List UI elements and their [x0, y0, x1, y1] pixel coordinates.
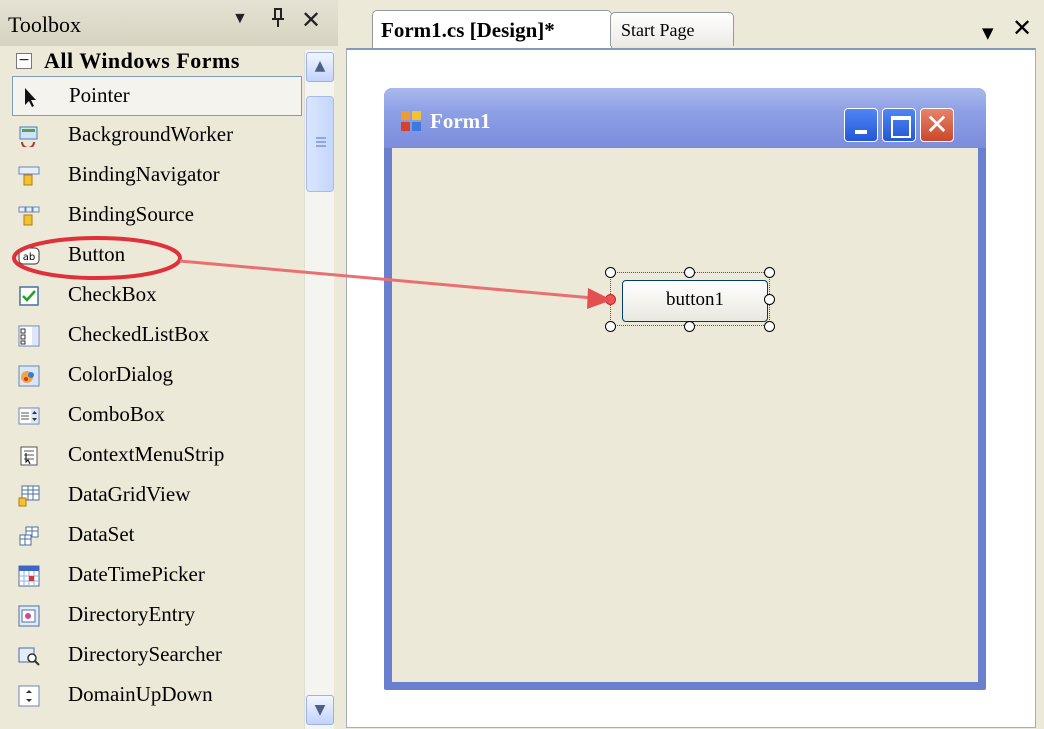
toolbox-item-label: BackgroundWorker	[68, 122, 234, 146]
checked-listbox-icon	[18, 325, 40, 347]
resize-handle[interactable]	[605, 294, 616, 305]
toolbox-item-combobox[interactable]: ComboBox	[12, 396, 302, 436]
minimize-button[interactable]	[844, 108, 878, 142]
toolbox-item-label: BindingSource	[68, 202, 194, 226]
directory-entry-icon	[18, 605, 40, 627]
scroll-up-button[interactable]: ▲	[306, 52, 334, 82]
close-icon: ✕	[925, 108, 949, 141]
button-icon: ab	[18, 247, 40, 265]
toolbox-item-label: DataGridView	[68, 482, 191, 506]
context-menu-icon	[20, 446, 38, 466]
pointer-icon	[25, 88, 36, 107]
resize-handle[interactable]	[605, 321, 616, 332]
toolbox-item-domainupdown[interactable]: DomainUpDown	[12, 676, 302, 716]
tab-form1-design[interactable]: Form1.cs [Design]*	[372, 10, 612, 48]
toolbox-item-partial	[12, 716, 302, 729]
form1-client-area[interactable]: button1	[392, 148, 978, 682]
button-icon-text: ab	[23, 252, 35, 263]
toolbox-dropdown-icon[interactable]: ▼	[232, 10, 248, 28]
form1-titlebar[interactable]: Form1 ✕	[384, 88, 986, 148]
directory-searcher-icon	[18, 647, 40, 666]
toolbox-item-datetimepicker[interactable]: DateTimePicker	[12, 556, 302, 596]
toolbox-items: Pointer BackgroundWorker BindingNavigato…	[12, 76, 302, 729]
toolbox-item-pointer[interactable]: Pointer	[12, 76, 302, 116]
toolbox-item-label: DataSet	[68, 522, 135, 546]
pin-icon[interactable]	[268, 7, 288, 35]
binding-navigator-icon	[18, 166, 40, 186]
toolbox-item-label: DirectoryEntry	[68, 602, 196, 626]
toolbox-title: Toolbox	[8, 12, 82, 37]
toolbox-pane: Toolbox ▼ ✕ − All Windows Forms Pointer …	[0, 0, 338, 729]
toolbox-titlebar: Toolbox ▼ ✕	[0, 0, 338, 46]
toolbox-item-label: ComboBox	[68, 402, 165, 426]
form-icon	[401, 111, 421, 131]
toolbox-item-label: Button	[68, 242, 126, 266]
toolbox-item-directorysearcher[interactable]: DirectorySearcher	[12, 636, 302, 676]
combobox-icon	[18, 407, 40, 425]
checkbox-icon	[19, 286, 39, 306]
toolbox-item-label: CheckBox	[68, 282, 157, 306]
toolbox-item-datagridview[interactable]: DataGridView	[12, 476, 302, 516]
resize-handle[interactable]	[684, 267, 695, 278]
toolbox-item-contextmenustrip[interactable]: ContextMenuStrip	[12, 436, 302, 476]
document-dropdown-icon[interactable]: ▼	[982, 24, 994, 42]
resize-handle[interactable]	[605, 267, 616, 278]
toolbox-item-directoryentry[interactable]: DirectoryEntry	[12, 596, 302, 636]
binding-source-icon	[18, 206, 40, 226]
document-tabstrip: Form1.cs [Design]* Start Page ▼ ✕	[338, 0, 1044, 48]
toolbox-item-label: ColorDialog	[68, 362, 173, 386]
toolbox-item-label: CheckedListBox	[68, 322, 210, 346]
chevron-up-icon: ▲	[314, 58, 326, 74]
datagrid-icon	[18, 485, 40, 507]
scroll-thumb[interactable]	[306, 96, 334, 192]
toolbox-item-label: Pointer	[69, 83, 130, 107]
document-close-icon[interactable]: ✕	[1012, 14, 1032, 42]
toolbox-item-label: ContextMenuStrip	[68, 442, 225, 466]
resize-handle[interactable]	[764, 321, 775, 332]
tab-label: Form1.cs [Design]*	[381, 18, 555, 42]
toolbox-item-checkedlistbox[interactable]: CheckedListBox	[12, 316, 302, 356]
tab-label: Start Page	[621, 20, 695, 40]
toolbox-item-backgroundworker[interactable]: BackgroundWorker	[12, 116, 302, 156]
maximize-button[interactable]	[882, 108, 916, 142]
toolbox-scrollbar[interactable]: ▲ ▼	[304, 50, 334, 729]
scroll-down-button[interactable]: ▼	[306, 695, 334, 725]
collapse-icon[interactable]: −	[16, 53, 32, 69]
partial-item-icon	[18, 725, 40, 729]
toolbox-item-bindingsource[interactable]: BindingSource	[12, 196, 302, 236]
toolbox-group-label: All Windows Forms	[44, 48, 240, 73]
domain-updown-icon	[18, 685, 40, 707]
toolbox-item-label: DirectorySearcher	[68, 642, 222, 666]
tab-start-page[interactable]: Start Page	[610, 12, 734, 46]
toolbox-item-label: BindingNavigator	[68, 162, 220, 186]
resize-handle[interactable]	[684, 321, 695, 332]
toolbox-item-bindingnavigator[interactable]: BindingNavigator	[12, 156, 302, 196]
resize-handle[interactable]	[764, 267, 775, 278]
form1-window[interactable]: Form1 ✕ button1	[384, 88, 986, 690]
color-dialog-icon	[18, 365, 40, 387]
toolbox-item-checkbox[interactable]: CheckBox	[12, 276, 302, 316]
grip-icon	[316, 137, 326, 147]
toolbox-item-button[interactable]: ab Button	[12, 236, 302, 276]
button1-control[interactable]: button1	[622, 280, 768, 322]
toolbox-close-icon[interactable]: ✕	[301, 6, 321, 34]
toolbox-item-dataset[interactable]: DataSet	[12, 516, 302, 556]
form1-title: Form1	[430, 109, 491, 133]
chevron-down-icon: ▼	[314, 702, 326, 718]
close-button[interactable]: ✕	[920, 108, 954, 142]
toolbox-item-colordialog[interactable]: ColorDialog	[12, 356, 302, 396]
datetime-picker-icon	[18, 565, 40, 587]
background-worker-icon	[19, 126, 38, 147]
resize-handle[interactable]	[764, 294, 775, 305]
toolbox-item-label: DomainUpDown	[68, 682, 213, 706]
dataset-icon	[19, 526, 39, 546]
toolbox-group-header[interactable]: − All Windows Forms	[12, 46, 302, 76]
toolbox-item-label: DateTimePicker	[68, 562, 205, 586]
